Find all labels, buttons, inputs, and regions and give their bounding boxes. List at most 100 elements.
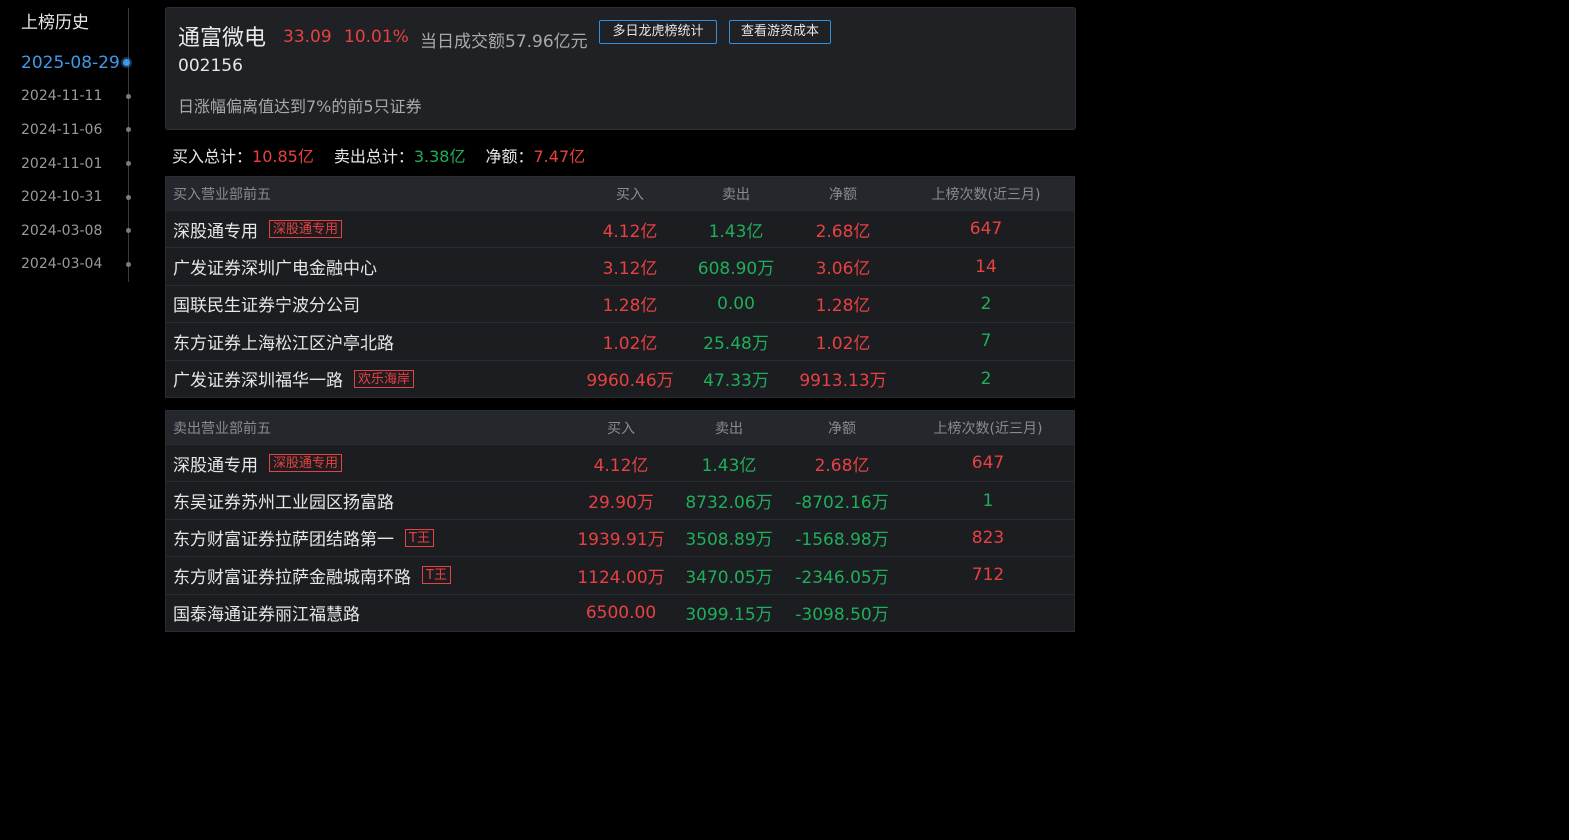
sell-amount: 1.43亿 bbox=[701, 455, 757, 476]
timeline-date[interactable]: 2024-03-08 bbox=[21, 223, 102, 239]
buy-broker-table: 买入营业部前五 买入 卖出 净额 上榜次数(近三月) 深股通专用 深股通专用 4.12亿 1.4… bbox=[165, 176, 1075, 398]
net-amount: 9913.13万 bbox=[799, 371, 887, 392]
timeline-item[interactable]: 2024-11-06 bbox=[0, 113, 150, 147]
net-amount: 2.68亿 bbox=[814, 455, 870, 476]
net-amount: -8702.16万 bbox=[795, 493, 889, 514]
listing-reason: 日涨幅偏离值达到7%的前5只证券 bbox=[178, 97, 422, 116]
buy-total-label: 买入总计： bbox=[172, 147, 253, 166]
broker-name: 东方财富证券拉萨团结路第一 bbox=[173, 530, 394, 551]
timeline-dot-icon bbox=[126, 127, 131, 133]
table-row[interactable]: 广发证券深圳广电金融中心 3.12亿 608.90万 3.06亿 14 bbox=[166, 247, 1074, 284]
listing-count: 712 bbox=[971, 565, 1005, 586]
listing-count: 647 bbox=[971, 453, 1005, 474]
broker-name-cell: 东吴证券苏州工业园区扬富路 bbox=[173, 482, 394, 518]
table-row[interactable]: 深股通专用 深股通专用 4.12亿 1.43亿 2.68亿 647 bbox=[166, 210, 1074, 247]
sell-amount: 3470.05万 bbox=[685, 567, 773, 588]
sell-amount: 608.90万 bbox=[697, 259, 775, 280]
timeline-date[interactable]: 2024-03-04 bbox=[21, 256, 102, 272]
stock-name: 通富微电 bbox=[178, 26, 267, 51]
timeline-dot-icon bbox=[126, 261, 131, 267]
buy-amount: 3.12亿 bbox=[602, 259, 658, 280]
column-header: 卖出营业部前五 bbox=[173, 420, 271, 437]
view-cost-button[interactable]: 查看游资成本 bbox=[729, 20, 831, 44]
net-amount: -3098.50万 bbox=[795, 605, 889, 626]
column-header: 净额 bbox=[828, 420, 856, 437]
net-amount: -1568.98万 bbox=[795, 530, 889, 551]
net-amount: 1.02亿 bbox=[815, 333, 871, 354]
listing-count: 2 bbox=[980, 368, 992, 389]
broker-name: 深股通专用 bbox=[173, 221, 258, 242]
timeline-dot-icon bbox=[126, 194, 131, 200]
broker-name-cell: 国泰海通证券丽江福慧路 bbox=[173, 595, 360, 631]
buy-amount: 1939.91万 bbox=[577, 530, 665, 551]
buy-amount: 1.28亿 bbox=[602, 296, 658, 317]
timeline-dot-icon bbox=[123, 59, 130, 67]
buy-amount: 29.90万 bbox=[588, 493, 654, 514]
buy-amount: 4.12亿 bbox=[593, 455, 649, 476]
listing-count: 823 bbox=[971, 527, 1005, 548]
listing-count: 1 bbox=[982, 490, 994, 511]
table-row[interactable]: 东方财富证券拉萨金融城南环路 T王 1124.00万 3470.05万 -2346.05… bbox=[166, 556, 1074, 593]
stock-info-card: 通富微电 33.09 10.01% 当日成交额57.96亿元 多日龙虎榜统计 查… bbox=[165, 7, 1076, 130]
timeline-item[interactable]: 2024-03-04 bbox=[0, 248, 150, 282]
broker-tag-badge: T王 bbox=[405, 528, 434, 547]
table-row[interactable]: 东方财富证券拉萨团结路第一 T王 1939.91万 3508.89万 -1568.98万… bbox=[166, 518, 1074, 556]
sell-broker-table: 卖出营业部前五 买入 卖出 净额 上榜次数(近三月) 深股通专用 深股通专用 4.12亿 1.4… bbox=[165, 410, 1075, 632]
table-row[interactable]: 广发证券深圳福华一路 欢乐海岸 9960.46万 47.33万 9913.13万 2 bbox=[166, 359, 1074, 397]
timeline-date[interactable]: 2024-11-01 bbox=[21, 156, 102, 172]
multi-day-stats-button[interactable]: 多日龙虎榜统计 bbox=[599, 20, 717, 44]
column-header: 买入 bbox=[616, 186, 644, 203]
table-row[interactable]: 国联民生证券宁波分公司 1.28亿 0.00 1.28亿 2 bbox=[166, 284, 1074, 322]
net-amount: 1.28亿 bbox=[815, 296, 871, 317]
listing-count: 14 bbox=[975, 256, 997, 277]
timeline-date[interactable]: 2024-11-06 bbox=[21, 122, 102, 138]
broker-name-cell: 东方财富证券拉萨团结路第一 T王 bbox=[173, 520, 434, 556]
table-row[interactable]: 东吴证券苏州工业园区扬富路 29.90万 8732.06万 -8702.16万 1 bbox=[166, 481, 1074, 518]
sell-amount: 1.43亿 bbox=[708, 221, 764, 242]
sell-amount: 0.00 bbox=[717, 293, 755, 314]
timeline-item[interactable]: 2024-10-31 bbox=[0, 180, 150, 214]
listing-count: 7 bbox=[980, 331, 992, 352]
summary-bar: 买入总计：10.85亿 卖出总计：3.38亿 净额：7.47亿 bbox=[172, 143, 585, 167]
buy-amount: 4.12亿 bbox=[602, 221, 658, 242]
broker-tag-badge: 欢乐海岸 bbox=[354, 369, 415, 388]
net-total-value: 7.47亿 bbox=[533, 147, 586, 166]
sell-amount: 3508.89万 bbox=[685, 530, 773, 551]
broker-name-cell: 东方财富证券拉萨金融城南环路 T王 bbox=[173, 557, 451, 593]
timeline-item[interactable]: 2025-08-29 bbox=[0, 46, 150, 80]
broker-name-cell: 深股通专用 深股通专用 bbox=[173, 211, 343, 247]
table-row[interactable]: 国泰海通证券丽江福慧路 6500.00 3099.15万 -3098.50万 bbox=[166, 593, 1074, 631]
broker-name: 广发证券深圳福华一路 bbox=[173, 371, 343, 392]
turnover-text: 当日成交额57.96亿元 bbox=[420, 32, 588, 52]
net-amount: -2346.05万 bbox=[795, 567, 889, 588]
broker-name: 东吴证券苏州工业园区扬富路 bbox=[173, 493, 394, 514]
net-amount: 2.68亿 bbox=[815, 221, 871, 242]
buy-total-value: 10.85亿 bbox=[252, 147, 314, 166]
column-header: 卖出 bbox=[722, 186, 750, 203]
timeline-title: 上榜历史 bbox=[21, 13, 89, 33]
stock-code: 002156 bbox=[178, 56, 243, 76]
table-row[interactable]: 东方证券上海松江区沪亭北路 1.02亿 25.48万 1.02亿 7 bbox=[166, 322, 1074, 359]
net-total-label: 净额： bbox=[485, 147, 534, 166]
timeline-date[interactable]: 2024-11-11 bbox=[21, 88, 102, 104]
sell-total-label: 卖出总计： bbox=[333, 147, 414, 166]
table-header: 买入营业部前五 买入 卖出 净额 上榜次数(近三月) bbox=[166, 177, 1074, 210]
broker-name: 国联民生证券宁波分公司 bbox=[173, 296, 360, 317]
sell-amount: 47.33万 bbox=[703, 371, 769, 392]
table-row[interactable]: 深股通专用 深股通专用 4.12亿 1.43亿 2.68亿 647 bbox=[166, 444, 1074, 481]
timeline-item[interactable]: 2024-11-01 bbox=[0, 147, 150, 181]
column-header: 卖出 bbox=[715, 420, 743, 437]
broker-name-cell: 广发证券深圳福华一路 欢乐海岸 bbox=[173, 361, 415, 397]
buy-amount: 1.02亿 bbox=[602, 333, 658, 354]
stock-change-pct: 10.01% bbox=[344, 27, 409, 47]
broker-name: 广发证券深圳广电金融中心 bbox=[173, 259, 377, 280]
timeline-date[interactable]: 2024-10-31 bbox=[21, 189, 102, 205]
timeline-item[interactable]: 2024-03-08 bbox=[0, 214, 150, 248]
broker-name: 东方财富证券拉萨金融城南环路 bbox=[173, 567, 411, 588]
timeline-dot-icon bbox=[126, 228, 131, 234]
timeline-date[interactable]: 2025-08-29 bbox=[21, 53, 120, 73]
buy-amount: 9960.46万 bbox=[586, 371, 674, 392]
broker-name-cell: 东方证券上海松江区沪亭北路 bbox=[173, 323, 394, 359]
timeline-item[interactable]: 2024-11-11 bbox=[0, 80, 150, 114]
column-header: 买入 bbox=[607, 420, 635, 437]
